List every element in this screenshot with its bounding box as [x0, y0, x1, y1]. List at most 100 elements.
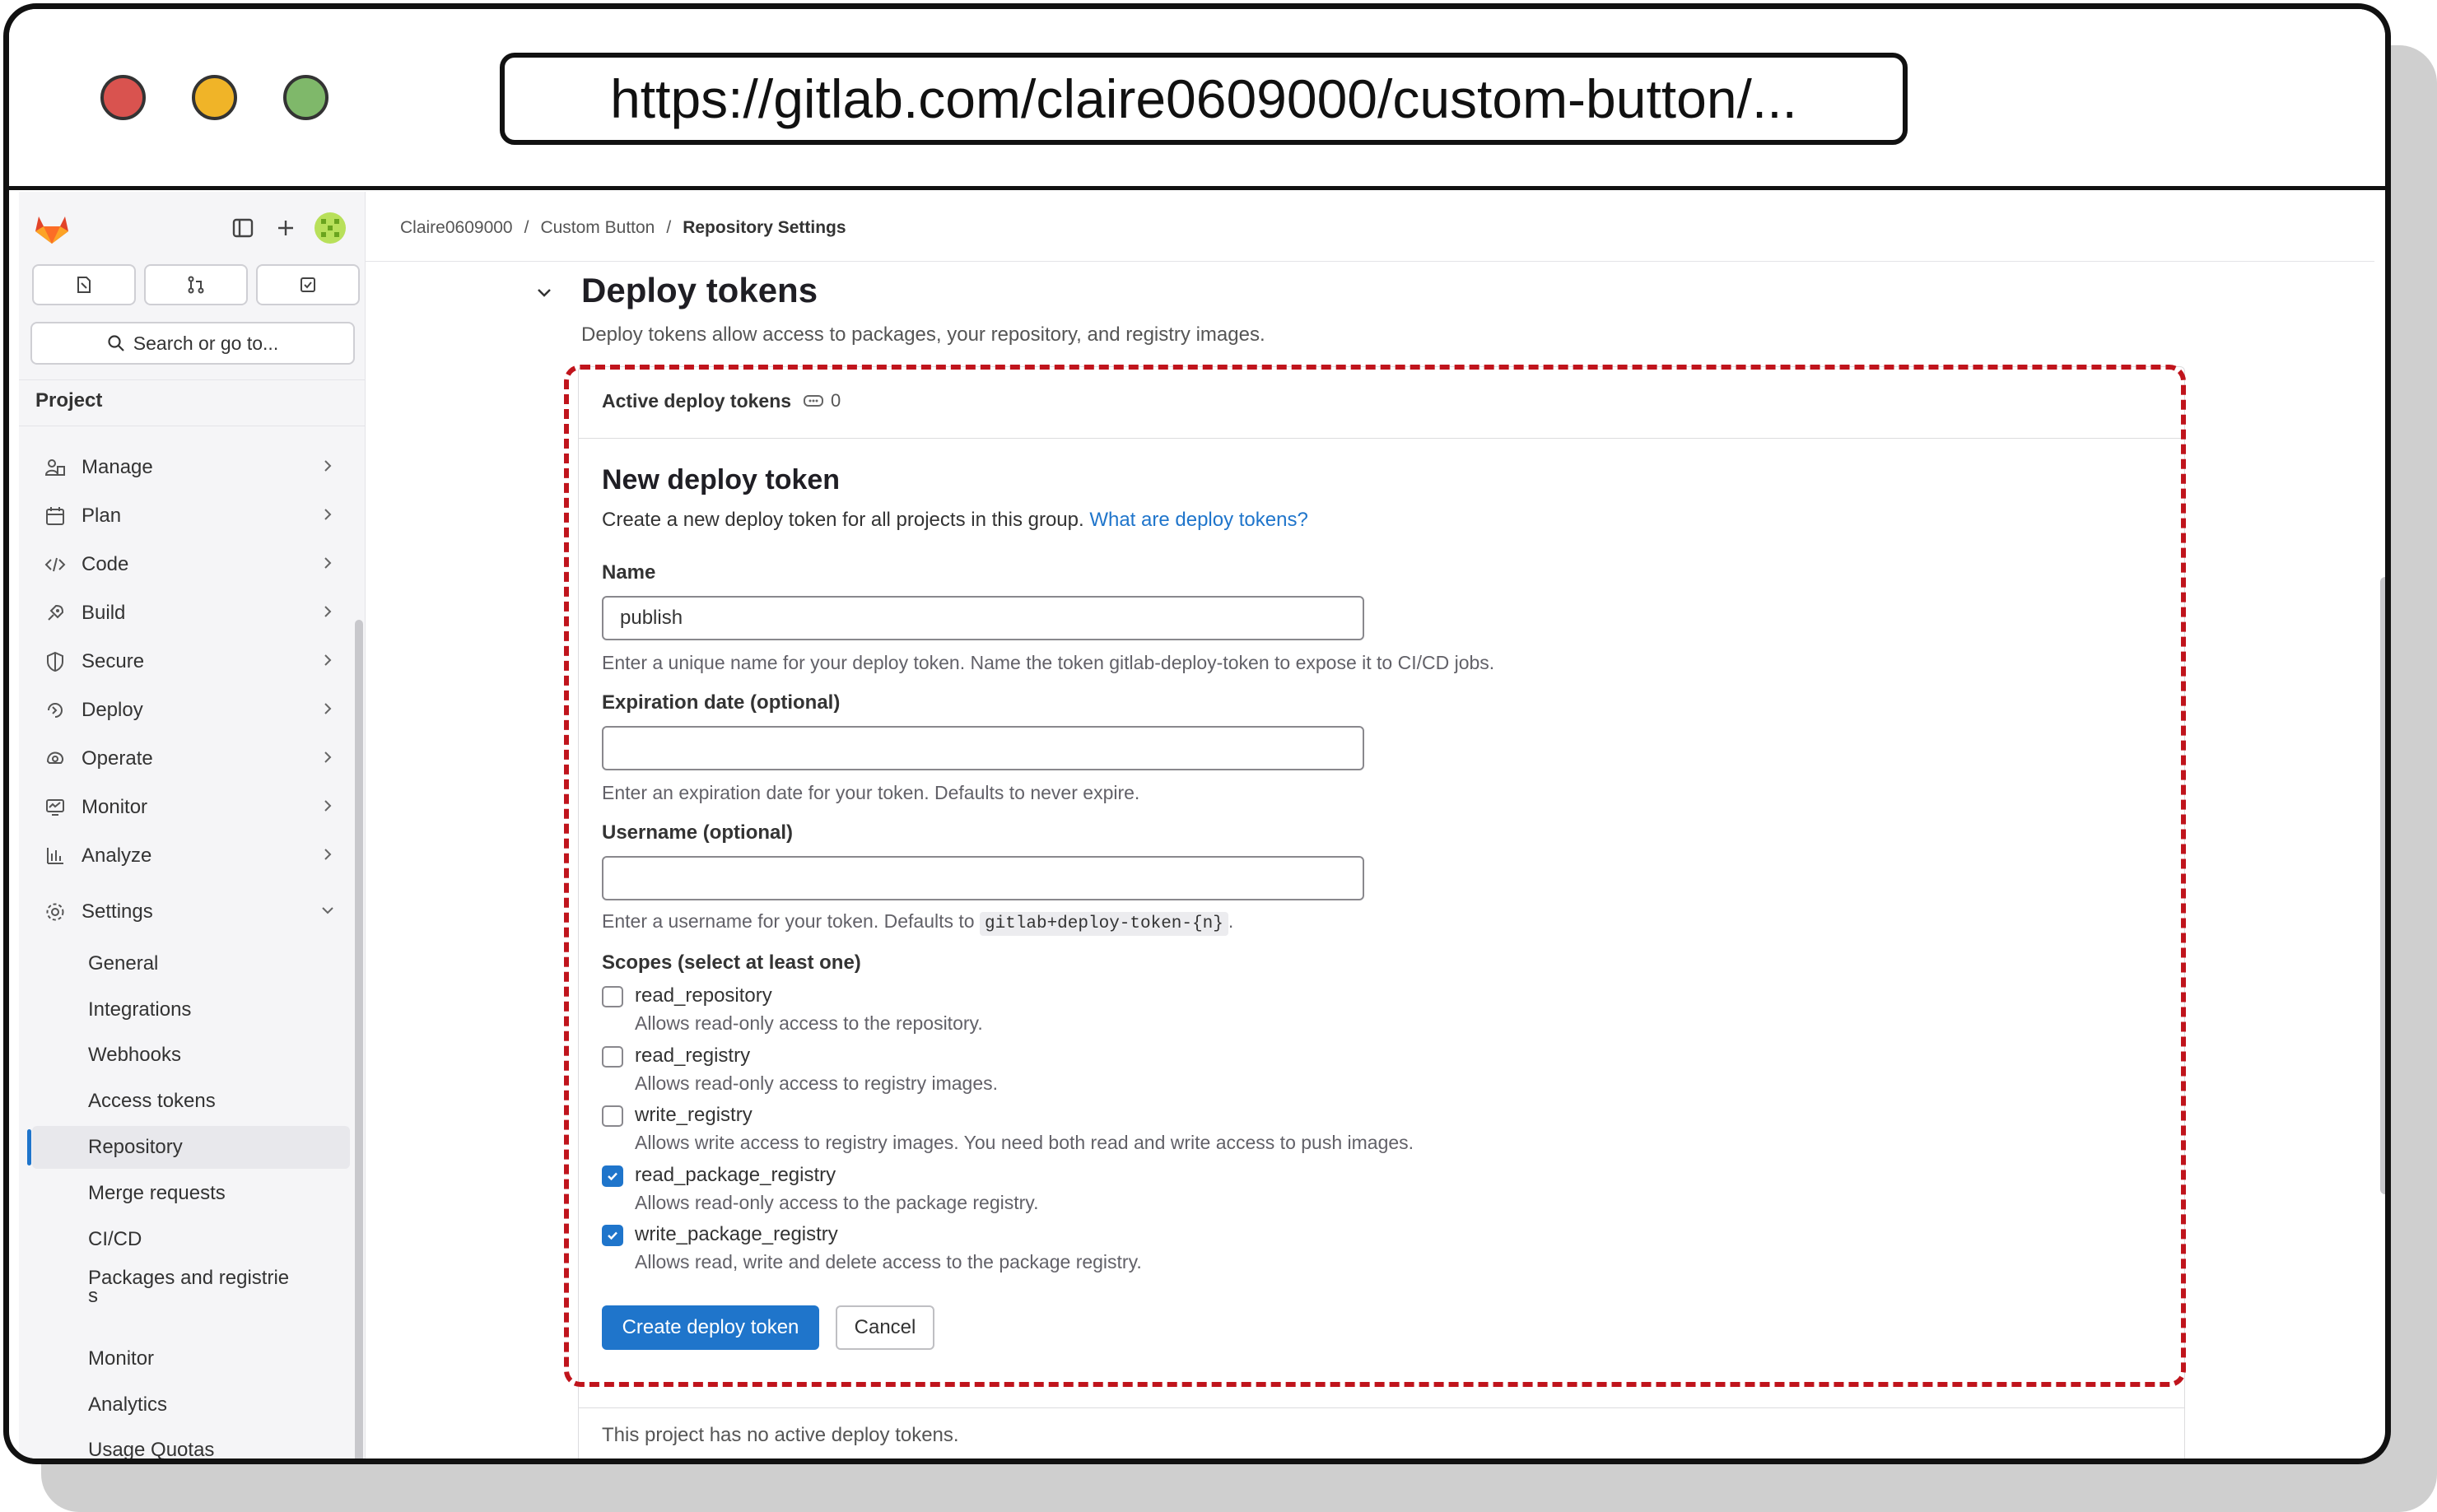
token-count: 0 [803, 390, 841, 412]
browser-titlebar: https://gitlab.com/claire0609000/custom-… [9, 9, 2385, 190]
plus-icon[interactable] [273, 215, 299, 241]
deploy-tokens-card: Active deploy tokens 0 New deploy token … [578, 366, 2185, 1458]
breadcrumb-item[interactable]: Custom Button [540, 218, 655, 238]
chevron-right-icon [324, 460, 332, 472]
sidebar-item-label: Deploy [82, 699, 143, 721]
search-button[interactable]: Search or go to... [30, 322, 355, 365]
name-label: Name [602, 561, 656, 584]
breadcrumb-current[interactable]: Repository Settings [683, 218, 846, 238]
sidebar-item-label: Monitor [82, 796, 148, 818]
token-icon [804, 395, 823, 407]
sidebar-scrollbar[interactable] [355, 620, 363, 1458]
sidebar-item-build[interactable]: Build [32, 593, 345, 634]
main-content: Claire0609000 / Custom Button / Reposito… [366, 192, 2374, 1458]
sidebar-item-operate[interactable]: Operate [32, 738, 345, 779]
write-registry-checkbox[interactable] [602, 1105, 623, 1127]
gitlab-logo-icon[interactable] [34, 212, 70, 244]
chevron-right-icon [324, 509, 332, 520]
plan-icon [42, 503, 68, 529]
help-link[interactable]: What are deploy tokens? [1089, 509, 1308, 531]
scope-description: Allows read-only access to the package r… [635, 1192, 1039, 1213]
sidebar-subitem-integrations[interactable]: Integrations [32, 989, 350, 1031]
read-registry-checkbox[interactable] [602, 1046, 623, 1068]
username-input[interactable] [602, 856, 1364, 900]
chevron-down-icon[interactable] [534, 282, 555, 304]
section-description: Deploy tokens allow access to packages, … [581, 323, 1265, 346]
username-default-code: gitlab+deploy-token-{n} [979, 912, 1228, 936]
scope-name: read_registry [635, 1044, 751, 1067]
manage-icon [42, 454, 68, 481]
chevron-right-icon [324, 800, 332, 812]
merge-requests-button[interactable] [144, 264, 248, 305]
section-title: Deploy tokens [581, 271, 818, 309]
chevron-right-icon [324, 849, 332, 860]
sidebar-item-monitor[interactable]: Monitor [32, 787, 345, 828]
search-label: Search or go to... [133, 332, 279, 354]
shield-icon [42, 649, 68, 675]
chevron-right-icon [324, 557, 332, 569]
header-divider [366, 261, 2374, 262]
read-package-registry-checkbox[interactable] [602, 1165, 623, 1187]
sidebar-item-label: Code [82, 553, 129, 575]
expiration-date-input[interactable] [602, 726, 1364, 770]
form-description: Create a new deploy token for all projec… [602, 509, 1308, 532]
create-deploy-token-button[interactable]: Create deploy token [602, 1305, 819, 1350]
sidebar-item-label: Operate [82, 747, 153, 770]
close-window-dot[interactable] [100, 75, 146, 120]
sidebar-item-analyze[interactable]: Analyze [32, 835, 345, 877]
username-label: Username (optional) [602, 821, 794, 844]
monitor-icon [42, 794, 68, 821]
sidebar-subitem-packages[interactable]: Packages and registrie s [32, 1266, 350, 1324]
cancel-button[interactable]: Cancel [836, 1305, 934, 1350]
name-help: Enter a unique name for your deploy toke… [602, 652, 1495, 673]
collapse-sidebar-icon[interactable] [230, 215, 256, 241]
scope-description: Allows write access to registry images. … [635, 1132, 1414, 1153]
active-indicator [27, 1129, 31, 1165]
minimize-window-dot[interactable] [192, 75, 237, 120]
sidebar-subitem-cicd[interactable]: CI/CD [32, 1218, 350, 1261]
sidebar-item-label: Settings [82, 900, 153, 923]
sidebar-item-deploy[interactable]: Deploy [32, 690, 345, 731]
sidebar-item-code[interactable]: Code [32, 544, 345, 585]
username-help-text: Enter a username for your token. Default… [602, 910, 975, 932]
no-tokens-message: This project has no active deploy tokens… [602, 1424, 959, 1446]
chevron-down-icon [322, 907, 333, 914]
sidebar-quick-buttons [32, 264, 360, 307]
sidebar-subitem-access-tokens[interactable]: Access tokens [32, 1080, 350, 1123]
card-footer-divider [579, 1407, 2184, 1408]
expiration-label: Expiration date (optional) [602, 691, 841, 714]
todo-icon [301, 277, 315, 292]
sidebar-subitem-analytics[interactable]: Analytics [32, 1384, 350, 1426]
sidebar-subitem-general[interactable]: General [32, 942, 350, 985]
gear-icon [42, 899, 68, 925]
sidebar-item-label: Build [82, 602, 126, 624]
maximize-window-dot[interactable] [283, 75, 329, 120]
sidebar-item-plan[interactable]: Plan [32, 495, 345, 537]
breadcrumb-separator: / [666, 218, 672, 237]
sidebar-item-secure[interactable]: Secure [32, 641, 345, 682]
avatar[interactable] [314, 212, 347, 244]
sidebar-item-label: Secure [82, 650, 145, 672]
merge-request-icon [188, 276, 204, 294]
scope-name: read_repository [635, 984, 772, 1007]
write-package-registry-checkbox[interactable] [602, 1225, 623, 1246]
breadcrumb-item[interactable]: Claire0609000 [400, 218, 513, 238]
left-sidebar: Search or go to... Project Manage Plan C… [19, 192, 366, 1458]
sidebar-subitem-monitor[interactable]: Monitor [32, 1338, 350, 1380]
scope-name: read_package_registry [635, 1164, 836, 1186]
sidebar-subitem-merge-requests[interactable]: Merge requests [32, 1172, 350, 1215]
name-input[interactable]: publish [602, 596, 1364, 640]
sidebar-item-manage[interactable]: Manage [32, 447, 345, 488]
sidebar-subitem-webhooks[interactable]: Webhooks [32, 1034, 350, 1077]
read-repository-checkbox[interactable] [602, 986, 623, 1007]
breadcrumb-separator: / [524, 218, 529, 237]
sidebar-subitem-usage-quotas[interactable]: Usage Quotas [32, 1429, 350, 1458]
sidebar-item-settings[interactable]: Settings [32, 891, 345, 933]
main-scrollbar[interactable] [2380, 577, 2385, 1194]
sidebar-subitem-repository[interactable]: Repository [32, 1126, 350, 1169]
sidebar-item-label: Plan [82, 505, 122, 527]
todos-button[interactable] [256, 264, 360, 305]
address-bar[interactable]: https://gitlab.com/claire0609000/custom-… [500, 53, 1908, 145]
sidebar-section-label: Project [35, 389, 103, 412]
issues-button[interactable] [32, 264, 136, 305]
